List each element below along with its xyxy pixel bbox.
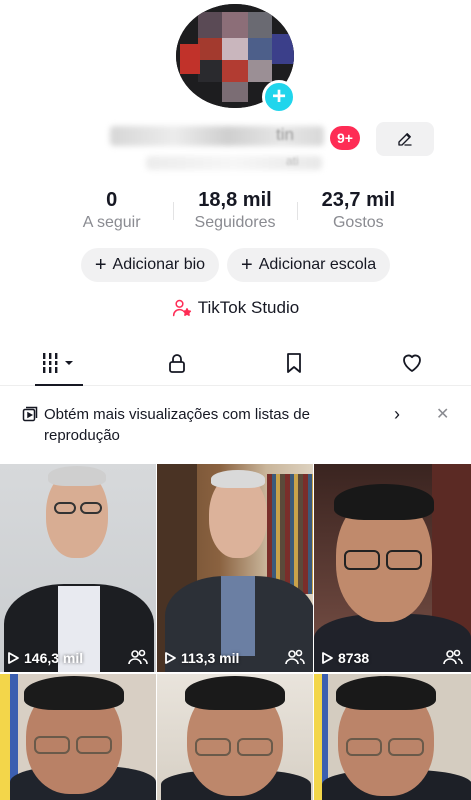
add-bio-label: Adicionar bio xyxy=(112,256,206,273)
handle-fragment: ati xyxy=(286,154,299,168)
add-school-label: Adicionar escola xyxy=(258,256,377,273)
videos-grid-icon xyxy=(42,352,73,373)
tab-videos[interactable] xyxy=(0,340,118,386)
stat-value: 0 xyxy=(106,189,118,211)
chevron-right-icon[interactable]: › xyxy=(394,404,400,425)
stat-following[interactable]: 0 A seguir xyxy=(50,188,173,236)
username-fragment: tin xyxy=(276,125,294,144)
stat-value: 18,8 mil xyxy=(198,189,272,211)
banner-text: Obtém mais visualizações com listas de r… xyxy=(44,406,310,444)
edit-profile-button[interactable] xyxy=(376,122,434,156)
plus-icon: + xyxy=(241,254,253,276)
stat-value: 23,7 mil xyxy=(321,189,396,211)
collaborators-icon xyxy=(285,649,305,665)
video-thumbnail[interactable]: 146,3 mil xyxy=(0,464,156,672)
plus-icon: + xyxy=(271,83,286,110)
pencil-icon xyxy=(398,133,412,146)
plus-icon: + xyxy=(94,254,107,276)
tab-saved[interactable] xyxy=(236,340,354,385)
view-count: 146,3 mil xyxy=(6,650,83,666)
add-school-button[interactable]: + Adicionar escola xyxy=(227,248,391,282)
close-icon[interactable]: ✕ xyxy=(436,404,449,424)
playlist-icon xyxy=(22,406,38,422)
play-icon xyxy=(322,652,333,664)
tab-liked[interactable] xyxy=(353,340,471,385)
profile-avatar-area[interactable]: + xyxy=(176,4,296,114)
collaborators-icon xyxy=(128,649,148,665)
view-count: 8738 xyxy=(320,650,369,666)
video-thumbnail[interactable] xyxy=(0,674,156,800)
bookmark-icon xyxy=(287,352,302,373)
playlist-promo-banner[interactable]: Obtém mais visualizações com listas de r… xyxy=(22,402,452,448)
add-bio-button[interactable]: + Adicionar bio xyxy=(80,248,220,282)
tab-private[interactable] xyxy=(118,340,236,385)
video-grid: 146,3 mil 113,3 mil 8738 xyxy=(0,464,471,800)
video-thumbnail[interactable] xyxy=(314,674,471,800)
stat-likes[interactable]: 23,7 mil Gostos xyxy=(296,188,420,236)
notification-badge[interactable]: 9+ xyxy=(330,126,360,150)
username-row: tin 9+ xyxy=(100,122,440,158)
collaborators-icon xyxy=(443,649,463,665)
profile-stats: 0 A seguir 18,8 mil Seguidores 23,7 mil … xyxy=(50,188,420,236)
tiktok-studio-label: TikTok Studio xyxy=(197,298,300,317)
stat-label: Seguidores xyxy=(194,214,276,231)
profile-actions: + Adicionar bio + Adicionar escola xyxy=(0,248,471,282)
profile-tabs xyxy=(0,340,471,386)
tiktok-studio-link[interactable]: TikTok Studio xyxy=(0,298,471,318)
video-thumbnail[interactable]: 113,3 mil xyxy=(157,464,313,672)
stat-label: A seguir xyxy=(82,214,141,231)
stat-label: Gostos xyxy=(332,214,384,231)
stat-followers[interactable]: 18,8 mil Seguidores xyxy=(173,188,296,236)
play-icon xyxy=(165,652,176,664)
play-icon xyxy=(8,652,19,664)
video-thumbnail[interactable]: 8738 xyxy=(314,464,471,672)
heart-icon xyxy=(403,354,422,372)
view-count: 113,3 mil xyxy=(163,650,239,666)
lock-icon xyxy=(168,353,185,373)
video-thumbnail[interactable] xyxy=(157,674,313,800)
add-avatar-button[interactable]: + xyxy=(262,80,296,114)
person-star-icon xyxy=(172,299,191,317)
